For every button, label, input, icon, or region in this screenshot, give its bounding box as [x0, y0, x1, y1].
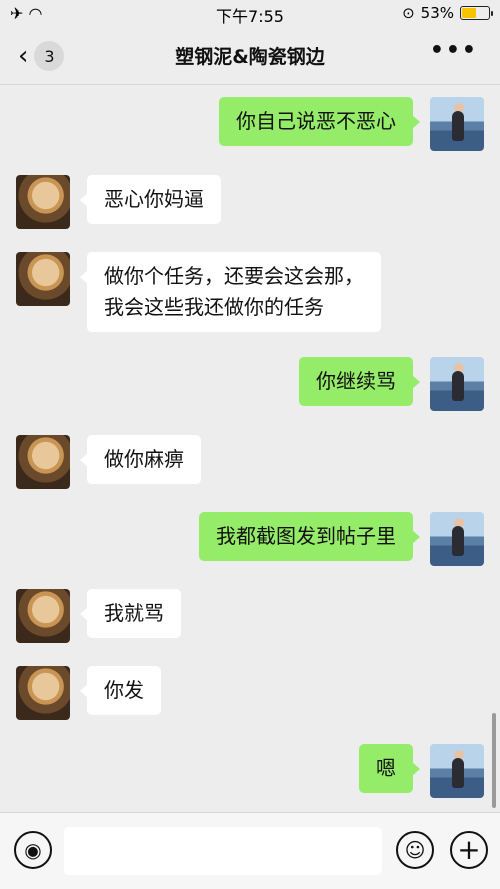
battery-percent: 53% — [420, 4, 454, 22]
scrollbar[interactable] — [492, 713, 496, 808]
status-bar: ✈ ◠ 下午7:55 ⊙ 53% — [0, 0, 500, 28]
contact-avatar[interactable] — [16, 435, 70, 489]
input-bar: ◉ ☺ + — [0, 812, 500, 889]
rotation-lock-icon: ⊙ — [402, 4, 415, 22]
back-button[interactable]: ‹ 3 — [18, 40, 78, 72]
self-avatar[interactable] — [430, 357, 484, 411]
message-bubble[interactable]: 你继续骂 — [299, 357, 420, 406]
contact-avatar[interactable] — [16, 666, 70, 720]
emoji-button[interactable]: ☺ — [396, 831, 434, 869]
message-bubble[interactable]: 恶心你妈逼 — [80, 175, 221, 224]
message-bubble[interactable]: 做你个任务，还要会这会那， 我会这些我还做你的任务 — [80, 252, 381, 332]
smiley-icon: ☺ — [404, 838, 426, 862]
contact-avatar[interactable] — [16, 175, 70, 229]
chevron-left-icon: ‹ — [18, 41, 29, 71]
contact-avatar[interactable] — [16, 252, 70, 306]
message-bubble[interactable]: 我都截图发到帖子里 — [199, 512, 420, 561]
battery-icon — [460, 6, 493, 20]
chat-title: 塑钢泥&陶瓷钢边 — [175, 46, 325, 68]
chat-header: ‹ 3 塑钢泥&陶瓷钢边 ••• — [0, 28, 500, 84]
self-avatar[interactable] — [430, 512, 484, 566]
self-avatar[interactable] — [430, 97, 484, 151]
contact-avatar[interactable] — [16, 589, 70, 643]
header-divider — [0, 84, 500, 85]
message-bubble[interactable]: 你自己说恶不恶心 — [219, 97, 420, 146]
plus-icon: + — [457, 833, 481, 866]
more-actions-button[interactable]: + — [450, 831, 488, 869]
message-bubble[interactable]: 做你麻痹 — [80, 435, 201, 484]
status-right: ⊙ 53% — [402, 4, 493, 22]
message-input[interactable] — [64, 827, 382, 875]
message-bubble[interactable]: 你发 — [80, 666, 161, 715]
message-bubble[interactable]: 我就骂 — [80, 589, 181, 638]
voice-input-button[interactable]: ◉ — [14, 831, 52, 869]
more-button[interactable]: ••• — [430, 38, 478, 63]
voice-icon: ◉ — [24, 838, 42, 862]
unread-count-badge: 3 — [34, 41, 65, 71]
self-avatar[interactable] — [430, 744, 484, 798]
message-bubble[interactable]: 嗯 — [359, 744, 420, 793]
battery-fill — [462, 8, 476, 18]
